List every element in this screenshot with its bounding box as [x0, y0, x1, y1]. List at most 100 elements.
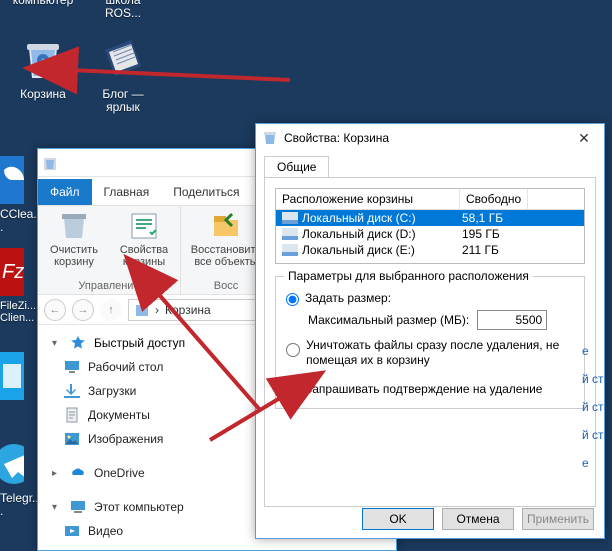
filezilla-icon: Fz [0, 248, 24, 296]
restore-icon [210, 210, 242, 242]
tab-general[interactable]: Общие [264, 156, 329, 177]
cancel-button[interactable]: Отмена [442, 508, 514, 530]
checkbox-input[interactable] [286, 383, 299, 396]
chevron-right-icon: ▸ [52, 468, 62, 479]
disk-free: 211 ГБ [456, 243, 499, 257]
button-label: Восстановить все объекты [187, 244, 265, 268]
nav-back-button[interactable]: ← [44, 299, 66, 321]
properties-icon [128, 210, 160, 242]
empty-recycle-button[interactable]: Очистить корзину [44, 210, 104, 268]
apply-button[interactable]: Применить [522, 508, 594, 530]
nav-label: OneDrive [94, 466, 145, 480]
button-label: Очистить корзину [44, 244, 104, 268]
ccleaner-icon [0, 156, 24, 204]
breadcrumb-sep: › [155, 303, 159, 317]
recycle-bin-small-icon [135, 303, 149, 317]
notebook-icon [99, 36, 147, 84]
nav-label: Видео [88, 524, 123, 538]
dialog-body: Расположение корзины Свободно Локальный … [264, 177, 596, 507]
ok-button[interactable]: OK [362, 508, 434, 530]
recycle-bin-small-icon [42, 155, 58, 171]
disk-row[interactable]: Локальный диск (C:) 58,1 ГБ [276, 210, 584, 226]
star-icon [70, 335, 86, 351]
button-label: Свойства корзины [114, 244, 174, 268]
radio-input[interactable] [286, 340, 300, 360]
group-legend: Параметры для выбранного расположения [284, 269, 533, 283]
drive-icon [282, 212, 298, 224]
nav-label: Быстрый доступ [94, 336, 185, 350]
dialog-titlebar[interactable]: Свойства: Корзина ✕ [256, 124, 604, 152]
nav-label: Изображения [88, 432, 163, 446]
nav-label: Рабочий стол [88, 360, 163, 374]
text-fragment: е [582, 456, 589, 470]
downloads-icon [64, 383, 80, 399]
location-settings-group: Параметры для выбранного расположения За… [275, 276, 585, 409]
disk-list[interactable]: Расположение корзины Свободно Локальный … [275, 188, 585, 264]
desktop-icon-ccleaner[interactable]: CClea... [0, 156, 40, 234]
col-location: Расположение корзины [276, 189, 460, 209]
desktop-icon-label: Корзина [6, 88, 80, 101]
drive-icon [282, 244, 298, 256]
dialog-buttons: OK Отмена Применить [362, 508, 594, 530]
disk-list-header: Расположение корзины Свободно [276, 189, 584, 210]
pictures-icon [64, 431, 80, 447]
desktop-icon-recycle-bin[interactable]: Корзина [6, 36, 80, 101]
tab-share[interactable]: Поделиться [161, 179, 251, 205]
documents-icon [64, 407, 80, 423]
desktop-icon-label: Блог — ярлык [86, 88, 160, 114]
disk-row[interactable]: Локальный диск (D:) 195 ГБ [276, 226, 584, 242]
empty-bin-icon [58, 210, 90, 242]
app-icon [0, 352, 24, 400]
nav-up-button[interactable]: ↑ [100, 299, 122, 321]
desktop-icon-label: FileZi... Clien... [0, 300, 40, 324]
nav-label: Этот компьютер [94, 500, 184, 514]
radio-label: Задать размер: [305, 291, 391, 305]
chevron-down-icon: ▾ [52, 338, 62, 349]
max-size-label: Максимальный размер (МБ): [308, 313, 469, 327]
desktop-icon-label: CClea... [0, 208, 40, 234]
desktop-icon-label: компьютер [6, 0, 80, 7]
radio-custom-size[interactable]: Задать размер: [286, 291, 574, 306]
desktop-icon [64, 359, 80, 375]
recycle-properties-dialog: Свойства: Корзина ✕ Общие Расположение к… [255, 123, 605, 539]
radio-destroy-immediately[interactable]: Уничтожать файлы сразу после удаления, н… [286, 338, 574, 368]
recycle-bin-small-icon [262, 130, 278, 146]
recycle-properties-button[interactable]: Свойства корзины [114, 210, 174, 268]
disk-name: Локальный диск (D:) [302, 227, 416, 241]
text-fragment: е [582, 344, 589, 358]
radio-input[interactable] [286, 293, 299, 306]
max-size-input[interactable] [477, 310, 547, 330]
checkbox-label: Запрашивать подтверждение на удаление [305, 382, 542, 396]
text-fragment: й ст [582, 400, 604, 414]
close-button[interactable]: ✕ [570, 130, 598, 147]
desktop-icon-school[interactable]: школа ROS... [86, 0, 160, 20]
checkbox-confirm-delete[interactable]: Запрашивать подтверждение на удаление [286, 382, 574, 396]
text-fragment: й ст [582, 372, 604, 386]
restore-all-button[interactable]: Восстановить все объекты [187, 210, 265, 268]
disk-free: 195 ГБ [456, 227, 500, 241]
telegram-icon [0, 440, 24, 488]
disk-name: Локальный диск (C:) [302, 211, 416, 225]
ribbon-group-label: Восс [214, 280, 238, 292]
disk-name: Локальный диск (E:) [302, 243, 415, 257]
desktop-icon-telegram[interactable]: Telegr... [0, 440, 40, 518]
col-free: Свободно [460, 189, 528, 209]
desktop-icon-unknown[interactable] [0, 352, 40, 404]
desktop-icon-label: школа ROS... [86, 0, 160, 20]
desktop-icon-label: Telegr... [0, 492, 40, 518]
radio-label: Уничтожать файлы сразу после удаления, н… [306, 338, 574, 368]
ribbon-group-label: Управление [78, 280, 139, 292]
dialog-tabstrip: Общие [256, 152, 604, 177]
nav-label: Документы [88, 408, 150, 422]
disk-row[interactable]: Локальный диск (E:) 211 ГБ [276, 242, 584, 258]
desktop-icon-computer[interactable]: компьютер [6, 0, 80, 7]
breadcrumb-location: Корзина [165, 303, 211, 317]
tab-file[interactable]: Файл [38, 179, 92, 205]
desktop-icon-filezilla[interactable]: Fz FileZi... Clien... [0, 248, 40, 324]
nav-forward-button[interactable]: → [72, 299, 94, 321]
recycle-bin-icon [19, 36, 67, 84]
tab-home[interactable]: Главная [92, 179, 162, 205]
drive-icon [282, 228, 298, 240]
desktop-icon-blog[interactable]: Блог — ярлык [86, 36, 160, 114]
svg-text:Fz: Fz [2, 261, 24, 283]
